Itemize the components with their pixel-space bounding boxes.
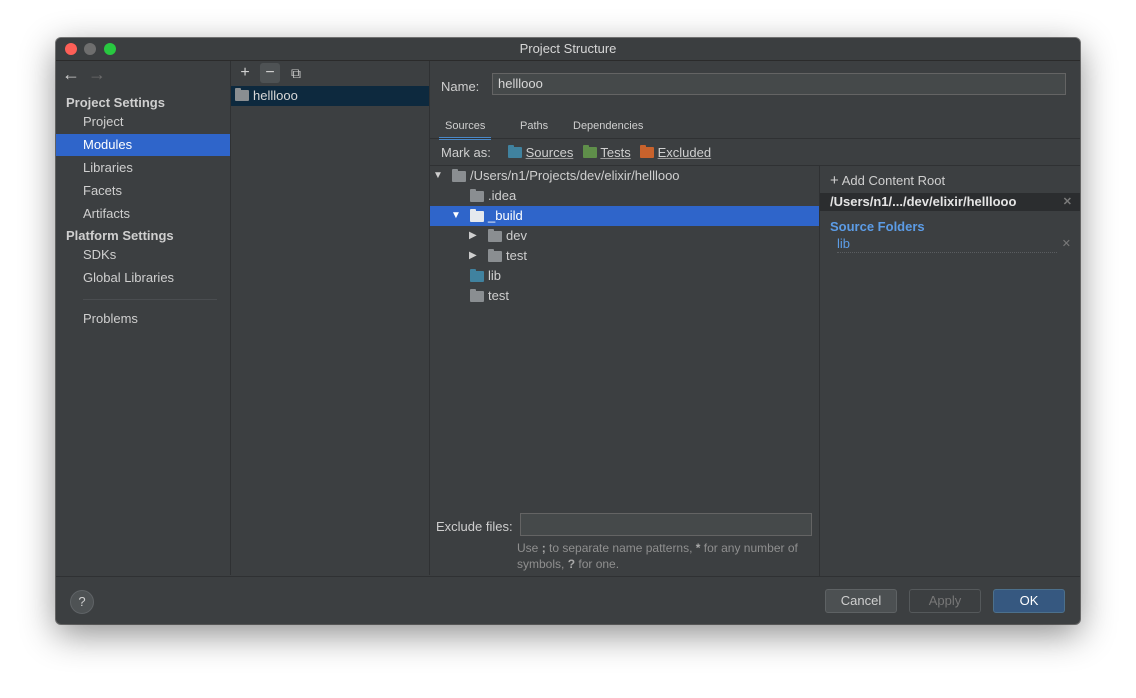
folder-icon <box>488 249 502 262</box>
collapsed-arrow-icon[interactable]: ▶ <box>469 246 477 266</box>
tree-item-label: test <box>506 248 527 263</box>
mark-as-label: Mark as: <box>441 145 491 160</box>
platform-settings-heading: Platform Settings <box>66 228 174 243</box>
sidebar-item-project[interactable]: Project <box>56 111 230 133</box>
tab-sources[interactable]: Sources <box>439 115 492 140</box>
title-bar: Project Structure <box>56 38 1080 61</box>
apply-button[interactable]: Apply <box>909 589 981 613</box>
tree-item-label: test <box>488 288 509 303</box>
expanded-arrow-icon[interactable]: ▼ <box>433 166 443 186</box>
tree-item-label: /Users/n1/Projects/dev/elixir/helllooo <box>470 168 680 183</box>
tree-item-dev[interactable]: ▶ dev <box>430 226 819 246</box>
add-content-root-button[interactable]: + Add Content Root <box>830 172 945 189</box>
mark-sources-button[interactable]: Sources <box>508 145 573 160</box>
ok-button[interactable]: OK <box>993 589 1065 613</box>
source-folder-item[interactable]: lib ✕ <box>837 236 1071 253</box>
folder-icon <box>470 209 484 222</box>
module-settings-panel: Name: helllooo Sources Paths Dependencie… <box>430 61 1080 576</box>
tab-dependencies[interactable]: Dependencies <box>573 115 643 137</box>
project-structure-window: Project Structure ← → Project Settings P… <box>56 38 1080 624</box>
module-folder-icon <box>235 88 249 101</box>
minimize-window-button[interactable] <box>84 43 96 55</box>
tree-item-build-test[interactable]: ▶ test <box>430 246 819 266</box>
footer-divider <box>56 576 1080 577</box>
add-module-button[interactable]: + <box>235 63 255 83</box>
tests-folder-icon <box>583 145 597 158</box>
source-folder-label: lib <box>837 236 851 251</box>
exclude-files-hint: Use ; to separate name patterns, * for a… <box>517 540 817 572</box>
hint-text: for one. <box>575 557 620 571</box>
tree-item-lib[interactable]: lib <box>430 266 819 286</box>
tree-item-test[interactable]: test <box>430 286 819 306</box>
sidebar-item-problems[interactable]: Problems <box>56 308 230 330</box>
remove-module-button[interactable]: − <box>260 63 280 83</box>
content-root-tree: ▼ /Users/n1/Projects/dev/elixir/helllooo… <box>430 165 820 576</box>
tab-paths[interactable]: Paths <box>520 115 548 137</box>
mark-as-toolbar: Mark as: Sources Tests Excluded <box>430 140 1080 164</box>
exclude-files-label: Exclude files: <box>436 519 513 534</box>
help-button[interactable]: ? <box>70 590 94 614</box>
content-root-panel: + Add Content Root /Users/n1/.../dev/elix… <box>820 165 1080 576</box>
mark-excluded-button[interactable]: Excluded <box>640 145 711 160</box>
sources-folder-icon <box>508 145 522 158</box>
content-root-path-label: /Users/n1/.../dev/elixir/helllooo <box>830 194 1017 209</box>
exclude-files-input[interactable] <box>520 513 812 536</box>
tree-item-root[interactable]: ▼ /Users/n1/Projects/dev/elixir/helllooo <box>430 166 819 186</box>
tree-item-label: .idea <box>488 188 517 203</box>
settings-sidebar: ← → Project Settings Project Modules Lib… <box>56 61 231 575</box>
folder-icon <box>470 289 484 302</box>
remove-source-folder-icon[interactable]: ✕ <box>1062 236 1071 252</box>
hint-question: ? <box>567 557 576 571</box>
modules-panel: + − ⧉ helllooo <box>231 61 430 575</box>
tree-item-idea[interactable]: .idea <box>430 186 819 206</box>
folder-icon <box>470 189 484 202</box>
sidebar-item-sdks[interactable]: SDKs <box>56 244 230 266</box>
mark-tests-button[interactable]: Tests <box>583 145 631 160</box>
source-folder-icon <box>470 269 484 282</box>
zoom-window-button[interactable] <box>104 43 116 55</box>
project-settings-heading: Project Settings <box>66 95 165 110</box>
cancel-button[interactable]: Cancel <box>825 589 897 613</box>
sidebar-item-libraries[interactable]: Libraries <box>56 157 230 179</box>
tabs-divider <box>430 138 1080 139</box>
expanded-arrow-icon[interactable]: ▼ <box>451 206 461 226</box>
excluded-folder-icon <box>640 145 654 158</box>
tree-item-label: lib <box>488 268 502 283</box>
sidebar-divider <box>83 299 217 300</box>
tree-item-label: _build <box>488 208 523 223</box>
collapsed-arrow-icon[interactable]: ▶ <box>469 226 477 246</box>
copy-module-button[interactable]: ⧉ <box>286 63 306 83</box>
close-window-button[interactable] <box>65 43 77 55</box>
mark-tests-label: Tests <box>600 145 631 160</box>
folder-icon <box>488 229 502 242</box>
remove-content-root-icon[interactable]: ✕ <box>1063 193 1072 211</box>
mark-sources-label: Sources <box>525 145 574 160</box>
module-list-item[interactable]: helllooo <box>231 86 429 106</box>
content-root-path[interactable]: /Users/n1/.../dev/elixir/helllooo ✕ <box>820 193 1080 211</box>
tree-item-label: dev <box>506 228 527 243</box>
hint-text: to separate name patterns, <box>545 541 696 555</box>
back-arrow-icon[interactable]: ← <box>62 64 80 85</box>
sidebar-item-modules[interactable]: Modules <box>56 134 230 156</box>
tree-item-build[interactable]: ▼ _build <box>430 206 819 226</box>
source-folders-heading: Source Folders <box>830 219 925 234</box>
sidebar-item-facets[interactable]: Facets <box>56 180 230 202</box>
mark-excluded-label: Excluded <box>657 145 712 160</box>
hint-text: Use <box>517 541 542 555</box>
forward-arrow-icon[interactable]: → <box>88 64 106 85</box>
folder-icon <box>452 169 466 182</box>
sidebar-item-global-libraries[interactable]: Global Libraries <box>56 267 230 289</box>
module-name-field[interactable]: helllooo <box>492 73 1066 95</box>
name-label: Name: <box>441 79 480 94</box>
add-content-root-label: Add Content Root <box>841 173 946 188</box>
sidebar-item-artifacts[interactable]: Artifacts <box>56 203 230 225</box>
module-name: helllooo <box>253 88 298 103</box>
plus-icon: + <box>830 172 839 189</box>
window-title: Project Structure <box>519 41 617 56</box>
